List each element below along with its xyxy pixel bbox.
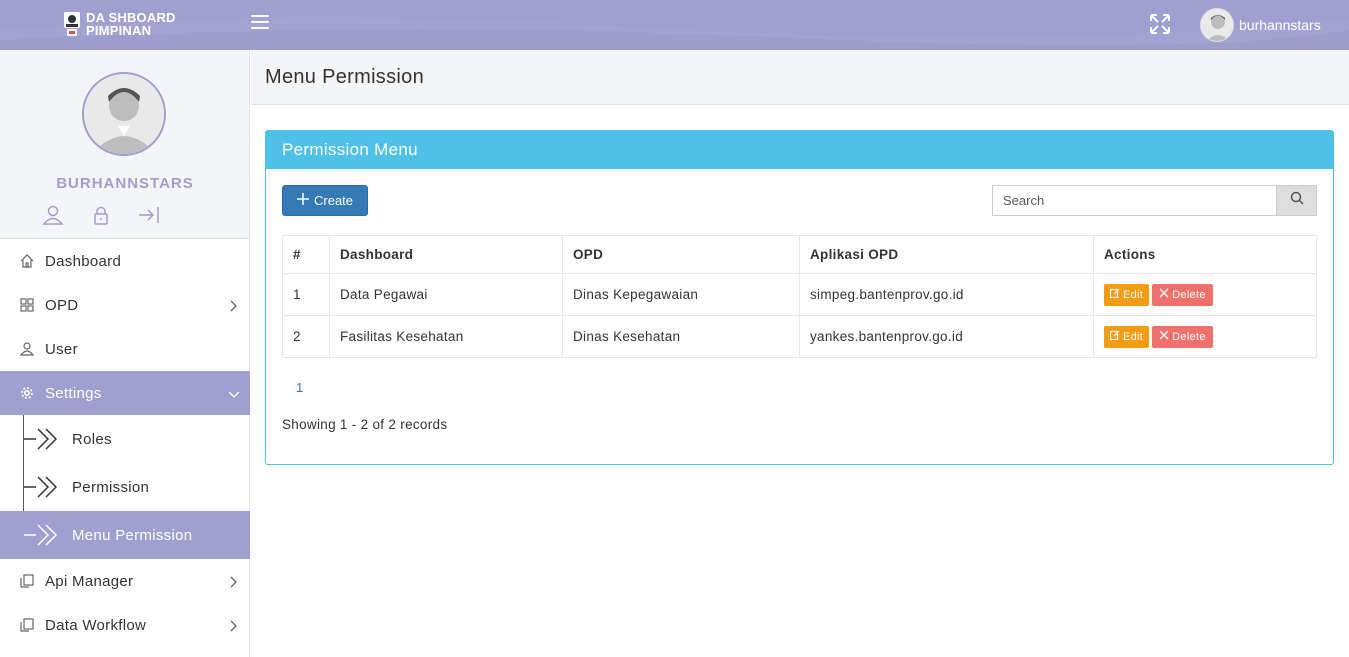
avatar bbox=[82, 72, 166, 156]
records-summary: Showing 1 - 2 of 2 records bbox=[282, 417, 448, 432]
double-chevron-icon bbox=[24, 475, 60, 499]
create-button[interactable]: Create bbox=[282, 185, 369, 216]
page-header: Menu Permission bbox=[251, 50, 1349, 105]
double-chevron-icon bbox=[24, 427, 60, 451]
permission-table: # Dashboard OPD Aplikasi OPD Actions 1 D… bbox=[282, 235, 1317, 358]
edit-button[interactable]: Edit bbox=[1104, 283, 1150, 306]
table-header-row: # Dashboard OPD Aplikasi OPD Actions bbox=[282, 235, 1317, 274]
cell-dashboard: Data Pegawai bbox=[329, 273, 563, 316]
sidebar-item-label: Data Workflow bbox=[45, 616, 147, 634]
create-button-label: Create bbox=[314, 193, 354, 208]
plus-icon bbox=[297, 193, 309, 208]
cell-dashboard: Fasilitas Kesehatan bbox=[329, 315, 563, 358]
sidebar-item-menu-permission[interactable]: Menu Permission bbox=[0, 511, 250, 559]
chevron-right-icon bbox=[228, 619, 238, 632]
lock-icon[interactable] bbox=[90, 205, 112, 225]
cell-aplikasi: yankes.bantenprov.go.id bbox=[799, 315, 1094, 358]
sidebar-item-user[interactable]: User bbox=[0, 327, 250, 371]
sidebar-item-label: Roles bbox=[72, 430, 112, 448]
user-icon bbox=[19, 342, 35, 356]
edit-icon bbox=[1109, 288, 1120, 301]
chevron-right-icon bbox=[228, 299, 238, 312]
copy-icon bbox=[20, 574, 34, 588]
double-chevron-icon bbox=[24, 523, 60, 547]
column-header: OPD bbox=[562, 235, 800, 274]
panel-title: Permission Menu bbox=[266, 131, 1333, 169]
sidebar-item-roles[interactable]: Roles bbox=[0, 415, 250, 463]
copy-icon bbox=[20, 618, 34, 632]
edit-label: Edit bbox=[1123, 288, 1144, 301]
avatar bbox=[1200, 8, 1234, 42]
cell-actions: Edit Delete bbox=[1093, 315, 1317, 358]
column-header: Aplikasi OPD bbox=[799, 235, 1094, 274]
page-title: Menu Permission bbox=[265, 66, 425, 88]
sidebar-item-label: Settings bbox=[45, 384, 102, 402]
user-menu[interactable]: burhannstars bbox=[1200, 8, 1321, 42]
cell-aplikasi: simpeg.bantenprov.go.id bbox=[799, 273, 1094, 316]
grid-icon bbox=[20, 298, 34, 312]
header-wave-decoration bbox=[0, 0, 1349, 50]
edit-label: Edit bbox=[1123, 330, 1144, 343]
sidebar: BURHANNSTARS Dashboard OPD User Settings… bbox=[0, 50, 250, 657]
brand-logo[interactable]: DA SHBOARD PIMPINAN bbox=[62, 11, 176, 37]
home-icon bbox=[20, 254, 34, 268]
cell-opd: Dinas Kesehatan bbox=[562, 315, 800, 358]
gear-icon bbox=[20, 386, 34, 400]
search-input[interactable] bbox=[992, 185, 1276, 216]
sidebar-nav: Dashboard OPD User Settings Roles Permis… bbox=[0, 239, 250, 647]
sidebar-item-data-workflow[interactable]: Data Workflow bbox=[0, 603, 250, 647]
column-header: Dashboard bbox=[329, 235, 563, 274]
sidebar-item-label: Menu Permission bbox=[72, 526, 193, 544]
sidebar-item-label: Dashboard bbox=[45, 252, 122, 270]
cell-opd: Dinas Kepegawaian bbox=[562, 273, 800, 316]
top-navbar: DA SHBOARD PIMPINAN burhannstars bbox=[0, 0, 1349, 50]
chevron-right-icon bbox=[228, 575, 238, 588]
user-icon[interactable] bbox=[42, 205, 64, 225]
permission-menu-panel: Permission Menu Create # Dashboard OPD A… bbox=[265, 130, 1334, 465]
sidebar-item-label: User bbox=[45, 340, 78, 358]
username: burhannstars bbox=[1239, 17, 1321, 33]
table-row: 1 Data Pegawai Dinas Kepegawaian simpeg.… bbox=[282, 273, 1317, 316]
sidebar-item-label: OPD bbox=[45, 296, 79, 314]
delete-label: Delete bbox=[1172, 330, 1206, 343]
sidebar-item-permission[interactable]: Permission bbox=[0, 463, 250, 511]
table-row: 2 Fasilitas Kesehatan Dinas Kesehatan ya… bbox=[282, 315, 1317, 358]
column-header: # bbox=[282, 235, 330, 274]
pagination-page-1[interactable]: 1 bbox=[296, 380, 303, 395]
sidebar-item-settings[interactable]: Settings bbox=[0, 371, 250, 415]
logout-icon[interactable] bbox=[138, 205, 160, 225]
edit-icon bbox=[1109, 330, 1120, 343]
search-group bbox=[992, 185, 1317, 216]
sidebar-item-label: Permission bbox=[72, 478, 150, 496]
cell-no: 2 bbox=[282, 315, 330, 358]
sidebar-profile: BURHANNSTARS bbox=[0, 50, 249, 239]
sidebar-item-opd[interactable]: OPD bbox=[0, 283, 250, 327]
search-icon bbox=[1290, 191, 1304, 210]
edit-button[interactable]: Edit bbox=[1104, 325, 1150, 348]
cell-actions: Edit Delete bbox=[1093, 273, 1317, 316]
brand-line-2: PIMPINAN bbox=[86, 23, 152, 38]
fullscreen-icon[interactable] bbox=[1149, 13, 1171, 35]
sidebar-item-dashboard[interactable]: Dashboard bbox=[0, 239, 250, 283]
column-header: Actions bbox=[1093, 235, 1317, 274]
sidebar-item-label: Api Manager bbox=[45, 572, 134, 590]
chevron-down-icon bbox=[228, 387, 240, 399]
sidebar-item-api-manager[interactable]: Api Manager bbox=[0, 559, 250, 603]
profile-name: BURHANNSTARS bbox=[56, 175, 194, 192]
delete-label: Delete bbox=[1172, 288, 1206, 301]
close-icon bbox=[1159, 288, 1169, 301]
settings-submenu: Roles Permission Menu Permission bbox=[0, 415, 250, 559]
close-icon bbox=[1159, 330, 1169, 343]
delete-button[interactable]: Delete bbox=[1152, 283, 1213, 306]
menu-icon[interactable] bbox=[251, 15, 269, 31]
cell-no: 1 bbox=[282, 273, 330, 316]
brand-icon bbox=[62, 11, 82, 37]
search-button[interactable] bbox=[1276, 185, 1317, 216]
delete-button[interactable]: Delete bbox=[1152, 325, 1213, 348]
